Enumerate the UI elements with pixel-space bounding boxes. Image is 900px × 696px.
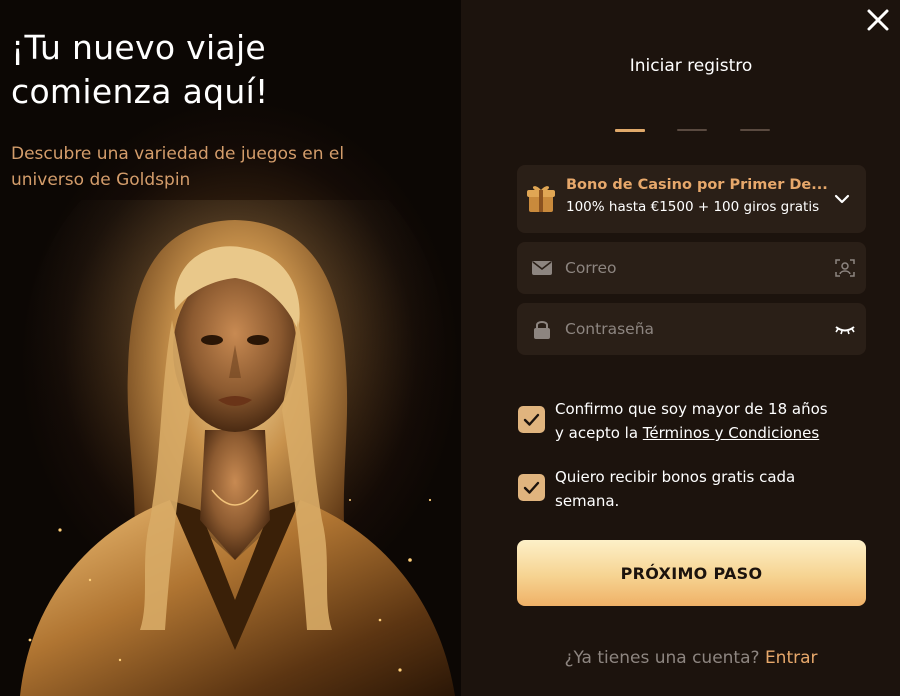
contact-icon[interactable] bbox=[834, 257, 856, 279]
bonus-title: Bono de Casino por Primer De... bbox=[566, 177, 828, 193]
hero-subtitle: Descubre una variedad de juegos en el un… bbox=[11, 141, 431, 193]
step-2-indicator bbox=[677, 129, 707, 131]
age-terms-prefix: y acepto la bbox=[555, 424, 643, 442]
chevron-down-icon[interactable] bbox=[832, 189, 852, 209]
hero-portrait-image bbox=[20, 200, 455, 696]
eye-closed-icon[interactable] bbox=[834, 318, 856, 340]
bonus-newsletter-line2: semana. bbox=[555, 492, 620, 510]
checkmark-icon bbox=[523, 413, 540, 426]
envelope-icon bbox=[532, 261, 552, 275]
age-terms-label: Confirmo que soy mayor de 18 años y acep… bbox=[555, 397, 865, 445]
hero-title-line2: comienza aquí! bbox=[11, 72, 269, 111]
lock-icon bbox=[534, 321, 550, 339]
next-step-button[interactable]: PRÓXIMO PASO bbox=[517, 540, 866, 606]
password-input[interactable] bbox=[565, 303, 815, 355]
age-terms-line1: Confirmo que soy mayor de 18 años bbox=[555, 400, 828, 418]
email-field[interactable] bbox=[517, 242, 866, 294]
close-icon[interactable] bbox=[864, 6, 892, 34]
hero-subtitle-line1: Descubre una variedad de juegos en el bbox=[11, 144, 345, 164]
terms-link[interactable]: Términos y Condiciones bbox=[643, 424, 819, 442]
close-button[interactable] bbox=[864, 6, 892, 34]
bonus-newsletter-line1: Quiero recibir bonos gratis cada bbox=[555, 468, 796, 486]
hero-subtitle-line2: universo de Goldspin bbox=[11, 170, 191, 190]
email-input[interactable] bbox=[565, 242, 815, 294]
checkmark-icon bbox=[523, 481, 540, 494]
gift-icon bbox=[527, 186, 555, 212]
hero-title: ¡Tu nuevo viaje comienza aquí! bbox=[11, 26, 451, 114]
password-field[interactable] bbox=[517, 303, 866, 355]
bonus-newsletter-checkbox[interactable] bbox=[518, 474, 545, 501]
hero-panel: ¡Tu nuevo viaje comienza aquí! Descubre … bbox=[0, 0, 461, 696]
form-title: Iniciar registro bbox=[629, 56, 753, 76]
registration-panel: Iniciar registro Bono de Casino por Prim… bbox=[461, 0, 900, 696]
hero-title-line1: ¡Tu nuevo viaje bbox=[11, 28, 267, 67]
login-link[interactable]: Entrar bbox=[765, 648, 818, 668]
login-prompt: ¿Ya tienes una cuenta? bbox=[564, 648, 760, 668]
login-prompt-row: ¿Ya tienes una cuenta? Entrar bbox=[461, 648, 900, 668]
age-terms-checkbox[interactable] bbox=[518, 406, 545, 433]
bonus-newsletter-label: Quiero recibir bonos gratis cada semana. bbox=[555, 465, 865, 513]
step-1-indicator bbox=[615, 129, 645, 132]
bonus-select[interactable]: Bono de Casino por Primer De... 100% has… bbox=[517, 165, 866, 233]
step-3-indicator bbox=[740, 129, 770, 131]
bonus-description: 100% hasta €1500 + 100 giros gratis bbox=[566, 199, 820, 215]
